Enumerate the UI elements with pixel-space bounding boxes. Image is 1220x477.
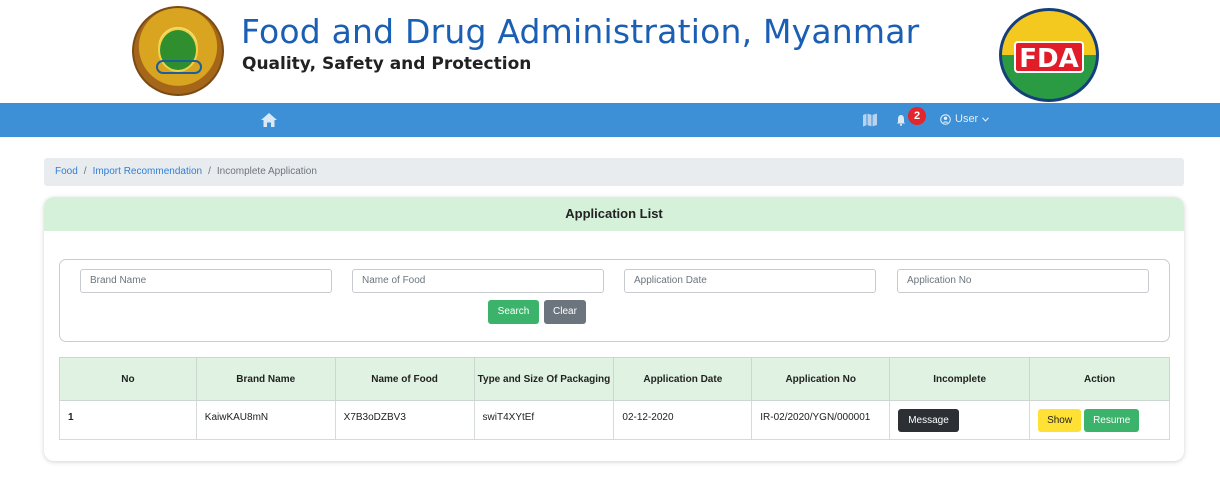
user-menu[interactable]: User [940, 113, 990, 125]
application-list-card: Application List Brand Name Name of Food… [44, 197, 1184, 461]
clear-button[interactable]: Clear [544, 300, 586, 324]
navbar: 2 User [0, 103, 1220, 137]
col-action: Action [1029, 357, 1170, 401]
breadcrumb-food[interactable]: Food [55, 166, 78, 177]
search-panel: Brand Name Name of Food Application Date… [59, 259, 1170, 342]
home-icon[interactable] [260, 111, 278, 129]
col-application-date: Application Date [613, 357, 753, 401]
card-title: Application List [44, 197, 1184, 231]
col-packaging: Type and Size Of Packaging [473, 357, 615, 401]
fda-logo-text: FDA [1014, 41, 1084, 74]
site-header: Food and Drug Administration, Myanmar Qu… [0, 0, 1220, 103]
message-button[interactable]: Message [898, 409, 959, 432]
cell-incomplete: Message [889, 400, 1031, 440]
application-no-input[interactable]: Application No [897, 269, 1149, 293]
fda-logo: FDA [999, 8, 1099, 102]
site-subtitle: Quality, Safety and Protection [242, 54, 532, 74]
col-no: No [59, 357, 197, 401]
cell-appno: IR-02/2020/YGN/000001 [751, 400, 891, 440]
ministry-logo [132, 6, 224, 96]
col-incomplete: Incomplete [889, 357, 1031, 401]
col-application-no: Application No [751, 357, 891, 401]
bell-icon[interactable] [896, 114, 906, 126]
search-button[interactable]: Search [488, 300, 539, 324]
food-name-input[interactable]: Name of Food [352, 269, 604, 293]
map-icon[interactable] [862, 112, 878, 128]
application-table: No Brand Name Name of Food Type and Size… [59, 357, 1170, 440]
table-header-row: No Brand Name Name of Food Type and Size… [59, 357, 1170, 401]
cell-no: 1 [59, 400, 197, 440]
cell-date: 02-12-2020 [613, 400, 753, 440]
user-label: User [955, 113, 979, 125]
cell-food: X7B3oDZBV3 [334, 400, 475, 440]
show-button[interactable]: Show [1038, 409, 1082, 432]
chevron-down-icon [982, 116, 990, 122]
breadcrumb-import-recommendation[interactable]: Import Recommendation [93, 166, 203, 177]
col-brand-name: Brand Name [195, 357, 336, 401]
notification-badge[interactable]: 2 [908, 107, 926, 125]
user-icon [940, 113, 951, 125]
cell-brand: KaiwKAU8mN [195, 400, 336, 440]
col-name-of-food: Name of Food [334, 357, 475, 401]
logo-rings [156, 60, 202, 74]
cell-action: Show Resume [1029, 400, 1170, 440]
resume-button[interactable]: Resume [1084, 409, 1140, 432]
cell-packaging: swiT4XYtEf [473, 400, 615, 440]
breadcrumb-current: Incomplete Application [216, 166, 317, 177]
application-date-input[interactable]: Application Date [624, 269, 876, 293]
table-row: 1 KaiwKAU8mN X7B3oDZBV3 swiT4XYtEf 02-12… [59, 400, 1170, 440]
site-title: Food and Drug Administration, Myanmar [241, 12, 920, 51]
breadcrumb: Food / Import Recommendation / Incomplete Ap… [44, 158, 1184, 186]
brand-name-input[interactable]: Brand Name [80, 269, 332, 293]
